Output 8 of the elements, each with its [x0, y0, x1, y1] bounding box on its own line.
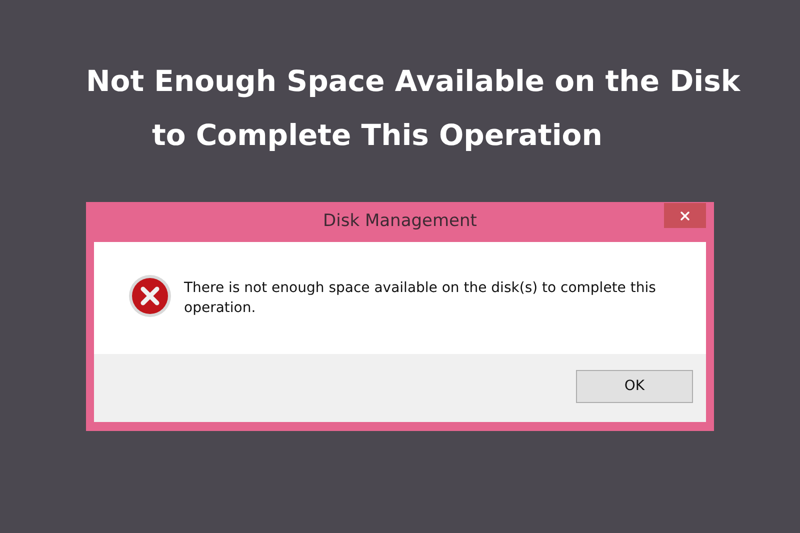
- error-icon: [128, 274, 172, 318]
- headline-text: to Complete This Operation: [152, 117, 602, 154]
- window-title: Disk Management: [323, 210, 477, 234]
- close-icon: [678, 208, 692, 222]
- headline-text: Not Enough Space Available on the Disk: [86, 63, 740, 100]
- ok-button[interactable]: OK: [576, 370, 693, 403]
- close-button[interactable]: [664, 203, 706, 228]
- error-message: There is not enough space available on the disk(s) to complete this operation.: [184, 279, 657, 318]
